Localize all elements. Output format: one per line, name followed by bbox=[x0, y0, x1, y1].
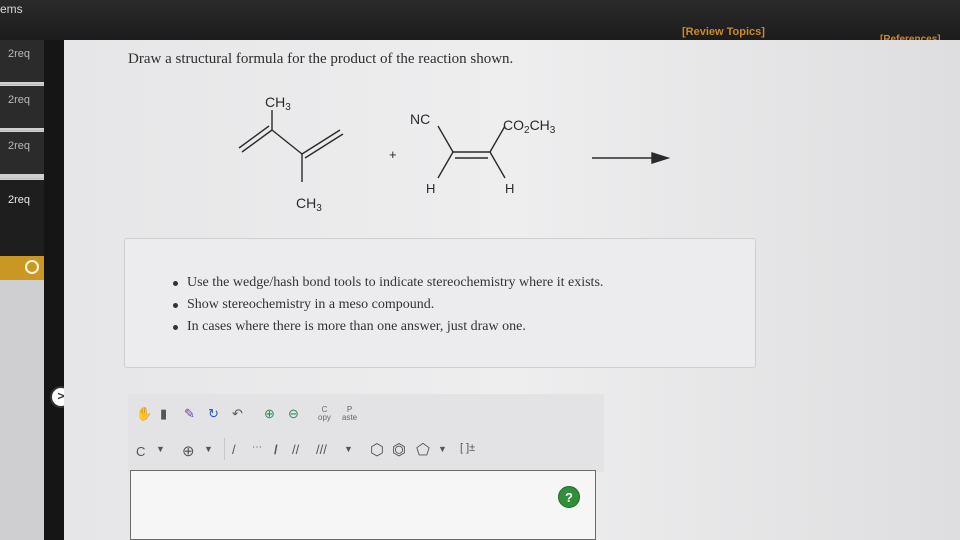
copy-button[interactable]: C opy bbox=[318, 406, 331, 422]
drawing-canvas[interactable] bbox=[130, 470, 596, 540]
top-bar: ems [Review Topics] [References] bbox=[0, 0, 960, 45]
review-topics-link[interactable]: [Review Topics] bbox=[682, 26, 765, 38]
sidebar-divider bbox=[0, 84, 46, 85]
drawing-toolbar: ✋ ▮ ✎ ↻ ↶ ⊕ ⊖ C opy P aste C ▼ ⊕ ▼ / ⋯ /… bbox=[128, 394, 604, 472]
hash-bond-icon[interactable]: ⋯ bbox=[252, 442, 262, 453]
help-button[interactable]: ? bbox=[558, 486, 580, 508]
sidebar-item-label: 2req bbox=[8, 94, 31, 106]
instruction-item: Show stereochemistry in a meso compound. bbox=[173, 297, 603, 319]
dienophile-nc-label: NC bbox=[410, 111, 430, 127]
toolbar-divider bbox=[224, 438, 225, 460]
cyclopentane-icon[interactable]: ⬠ bbox=[416, 440, 430, 460]
sidebar-item-label: 2req bbox=[8, 48, 31, 60]
rotate-icon[interactable]: ↻ bbox=[208, 406, 219, 422]
sidebar-item-label: 2req bbox=[8, 194, 31, 206]
dienophile-h-left: H bbox=[426, 181, 435, 196]
sidebar-item-label: 2req bbox=[8, 140, 31, 152]
benzene-icon[interactable]: ⏣ bbox=[392, 440, 406, 460]
dienophile-structure bbox=[437, 125, 506, 179]
sidebar-edge bbox=[44, 40, 64, 540]
instruction-item: Use the wedge/hash bond tools to indicat… bbox=[173, 275, 603, 297]
paste-button[interactable]: P aste bbox=[342, 406, 357, 422]
sidebar-status-indicator bbox=[0, 256, 46, 280]
sidebar-item-2[interactable]: 2req bbox=[0, 86, 46, 128]
double-bond-icon[interactable]: // bbox=[292, 442, 299, 457]
undo-icon[interactable]: ↶ bbox=[232, 406, 243, 422]
pencil-icon[interactable]: ✎ bbox=[184, 406, 195, 422]
sidebar-item-1[interactable]: 2req bbox=[0, 40, 46, 82]
triple-bond-icon[interactable]: /// bbox=[316, 442, 327, 457]
sidebar-divider bbox=[0, 178, 46, 179]
chevron-down-icon[interactable]: ▼ bbox=[204, 444, 213, 454]
cyclohexane-icon[interactable]: ⬡ bbox=[370, 440, 384, 460]
sidebar: 2req 2req 2req 2req bbox=[0, 40, 64, 540]
zoom-in-icon[interactable]: ⊕ bbox=[264, 406, 275, 422]
instructions-box: Use the wedge/hash bond tools to indicat… bbox=[124, 238, 756, 368]
single-bond-icon[interactable]: / bbox=[232, 442, 236, 457]
hand-icon[interactable]: ✋ bbox=[136, 406, 152, 422]
instruction-item: In cases where there is more than one an… bbox=[173, 319, 603, 341]
dienophile-ester-label: CO2CH3 bbox=[503, 117, 556, 136]
instructions-list: Use the wedge/hash bond tools to indicat… bbox=[173, 275, 603, 341]
chevron-down-icon[interactable]: ▼ bbox=[344, 444, 353, 454]
sidebar-divider bbox=[0, 130, 46, 131]
diene-structure bbox=[238, 110, 344, 182]
wedge-bond-icon[interactable]: / bbox=[274, 442, 278, 457]
diene-methyl-top-label: CH3 bbox=[265, 94, 291, 113]
dienophile-h-right: H bbox=[505, 181, 514, 196]
plus-sign: + bbox=[389, 147, 397, 162]
zoom-out-icon[interactable]: ⊖ bbox=[288, 406, 299, 422]
chevron-down-icon[interactable]: ▼ bbox=[438, 444, 447, 454]
element-selector[interactable]: C bbox=[136, 444, 145, 459]
items-label: ems bbox=[0, 2, 23, 16]
charge-icon[interactable]: ⊕ bbox=[182, 442, 195, 460]
chevron-down-icon[interactable]: ▼ bbox=[156, 444, 165, 454]
sidebar-item-3[interactable]: 2req bbox=[0, 132, 46, 174]
sidebar-item-4-active[interactable]: 2req bbox=[0, 180, 46, 256]
bracket-button[interactable]: [ ]± bbox=[460, 442, 475, 454]
eraser-icon[interactable]: ▮ bbox=[160, 406, 167, 422]
diene-methyl-bottom-label: CH3 bbox=[296, 195, 322, 214]
reaction-arrow bbox=[592, 152, 671, 164]
question-prompt: Draw a structural formula for the produc… bbox=[128, 51, 514, 67]
reaction-scheme: CH3 CH3 + NC CO2CH3 H H bbox=[238, 94, 671, 214]
status-circle-icon bbox=[25, 260, 39, 274]
